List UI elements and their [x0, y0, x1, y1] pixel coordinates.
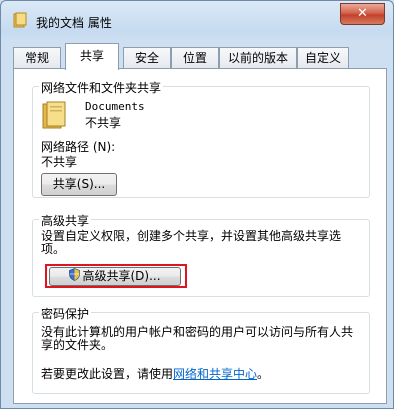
- network-path-value: 不共享: [41, 155, 78, 169]
- properties-window: 我的文档 属性 ✕ 常规 共享 安全 位置 以前的版本 自定义 网络文件和文件夹…: [0, 0, 394, 409]
- tab-strip: 常规 共享 安全 位置 以前的版本 自定义: [13, 41, 385, 70]
- advanced-sharing-button-label: 高级共享(D)...: [82, 269, 161, 283]
- network-sharing-center-link[interactable]: 网络和共享中心: [173, 367, 257, 381]
- title-bar: 我的文档 属性 ✕: [1, 1, 393, 41]
- advanced-sharing-description: 设置自定义权限，创建多个共享，并设置其他高级共享选项。: [41, 229, 342, 256]
- share-button[interactable]: 共享(S)...: [41, 173, 117, 196]
- change-setting-text: 若要更改此设置，请使用网络和共享中心。: [41, 365, 269, 382]
- password-protection-group: 密码保护 没有此计算机的用户帐户和密码的用户可以访问与所有人共享的文件夹。 若要…: [32, 305, 370, 394]
- close-icon: ✕: [357, 6, 368, 21]
- tab-previous-versions[interactable]: 以前的版本: [219, 47, 297, 68]
- network-sharing-group: 网络文件和文件夹共享 Documents 不共享 网络路径 (N): 不共享 共…: [32, 79, 370, 198]
- change-setting-prefix: 若要更改此设置，请使用: [41, 367, 174, 381]
- password-description: 没有此计算机的用户帐户和密码的用户可以访问与所有人共享的文件夹。: [41, 325, 354, 352]
- tab-general[interactable]: 常规: [13, 47, 61, 68]
- tab-sharing[interactable]: 共享: [65, 43, 119, 70]
- close-button[interactable]: ✕: [340, 3, 385, 25]
- folder-icon: [13, 12, 27, 28]
- folder-share-status: 不共享: [85, 116, 122, 130]
- change-setting-suffix: 。: [257, 367, 270, 381]
- tab-customize[interactable]: 自定义: [297, 47, 349, 68]
- group-title: 网络文件和文件夹共享: [39, 79, 164, 96]
- tab-security[interactable]: 安全: [123, 47, 171, 68]
- group-title: 密码保护: [39, 305, 92, 322]
- advanced-sharing-group: 高级共享 设置自定义权限，创建多个共享，并设置其他高级共享选项。 高级共享(D)…: [32, 212, 370, 297]
- folder-icon: [41, 100, 67, 133]
- group-title: 高级共享: [39, 212, 92, 229]
- sharing-panel: 网络文件和文件夹共享 Documents 不共享 网络路径 (N): 不共享 共…: [13, 68, 387, 404]
- folder-name: Documents: [85, 100, 145, 113]
- tab-location[interactable]: 位置: [171, 47, 219, 68]
- advanced-sharing-button[interactable]: 高级共享(D)...: [49, 267, 181, 286]
- window-title: 我的文档 属性: [36, 16, 112, 30]
- shield-icon: [69, 268, 81, 285]
